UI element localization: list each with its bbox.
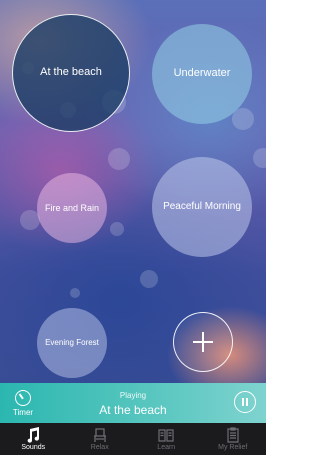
- sound-label: Underwater: [173, 67, 231, 80]
- tab-my-relief[interactable]: My Relief: [200, 423, 267, 455]
- tab-relax[interactable]: Relax: [67, 423, 134, 455]
- playing-status-label: Playing: [119, 391, 147, 400]
- tab-label: My Relief: [218, 444, 248, 451]
- bokeh-decoration: [108, 148, 130, 170]
- plus-icon: [193, 332, 213, 352]
- bokeh-decoration: [140, 270, 158, 288]
- add-sound-button[interactable]: [173, 312, 233, 372]
- sounds-screen: At the beach Underwater Fire and Rain Pe…: [0, 0, 266, 455]
- bokeh-decoration: [253, 148, 266, 168]
- music-note-icon: [0, 427, 67, 443]
- sound-bubble-fire-and-rain[interactable]: Fire and Rain: [37, 173, 107, 243]
- sound-bubble-peaceful-morning[interactable]: Peaceful Morning: [152, 157, 252, 257]
- sound-bubble-at-the-beach[interactable]: At the beach: [12, 14, 130, 132]
- sound-label: Fire and Rain: [44, 202, 100, 213]
- tab-bar: Sounds Relax Learn My Relief: [0, 423, 266, 455]
- now-playing-bar: Timer Playing At the beach: [0, 383, 266, 423]
- now-playing-title: At the beach: [99, 403, 167, 417]
- chair-icon: [67, 427, 134, 443]
- tab-sounds[interactable]: Sounds: [0, 423, 67, 455]
- bokeh-decoration: [110, 222, 124, 236]
- sound-bubble-underwater[interactable]: Underwater: [152, 24, 252, 124]
- tab-label: Sounds: [21, 444, 46, 451]
- tab-label: Learn: [157, 444, 176, 451]
- bokeh-decoration: [70, 288, 80, 298]
- sound-label: Evening Forest: [45, 338, 99, 348]
- pause-icon[interactable]: [234, 391, 256, 413]
- sound-label: Peaceful Morning: [163, 201, 241, 212]
- tab-label: Relax: [90, 444, 109, 451]
- book-icon: [133, 427, 200, 443]
- sound-label: At the beach: [40, 66, 102, 79]
- sound-bubble-evening-forest[interactable]: Evening Forest: [37, 308, 107, 378]
- clipboard-icon: [200, 427, 267, 443]
- tab-learn[interactable]: Learn: [133, 423, 200, 455]
